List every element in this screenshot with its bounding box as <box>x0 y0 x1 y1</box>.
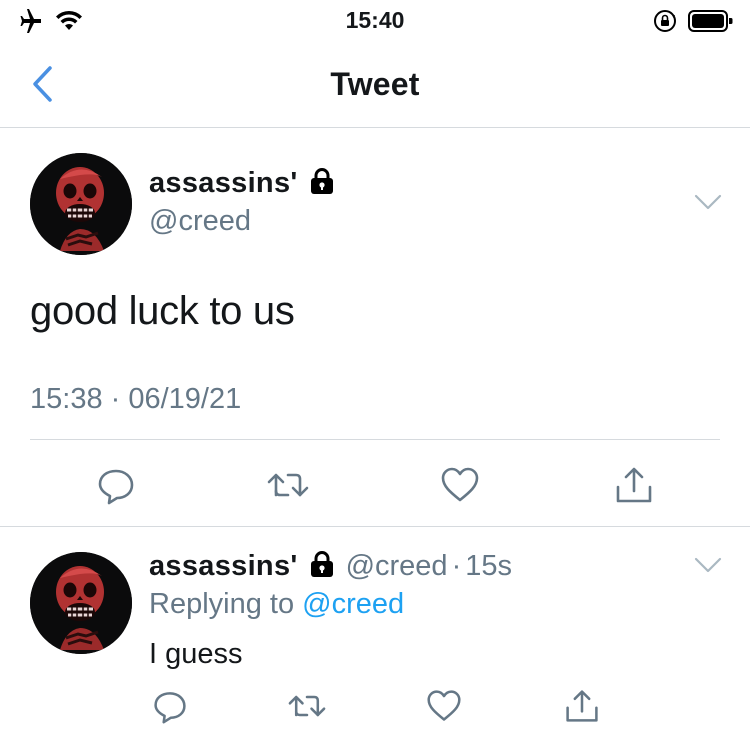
share-button[interactable] <box>560 684 604 728</box>
page-title: Tweet <box>330 66 420 102</box>
more-options-button[interactable] <box>694 556 722 574</box>
author-name-row: assassins' <box>149 167 336 200</box>
lock-icon <box>308 167 336 200</box>
main-tweet: assassins' @creed good luck to us 15:38 … <box>0 129 750 527</box>
tweet-timestamp: 15:38 · 06/19/21 <box>30 383 242 415</box>
retweet-button[interactable] <box>266 463 310 507</box>
author-handle[interactable]: @creed <box>149 205 251 238</box>
status-bar: 15:40 <box>0 0 750 42</box>
reply-button[interactable] <box>148 684 192 728</box>
like-button[interactable] <box>422 684 466 728</box>
avatar[interactable] <box>30 552 132 654</box>
battery-icon <box>688 9 734 38</box>
tweet-text: I guess <box>149 638 243 670</box>
display-name[interactable]: assassins' <box>149 550 298 583</box>
reply-icon <box>154 692 186 724</box>
replying-prefix: Replying to <box>149 588 295 620</box>
author-name-row: assassins' @creed · 15s <box>149 550 512 583</box>
chevron-down-icon <box>694 194 722 210</box>
tweet-age: 15s <box>465 550 512 582</box>
orientation-lock-icon <box>652 8 678 39</box>
chevron-down-icon <box>694 557 722 573</box>
replying-to: Replying to @creed <box>149 588 404 621</box>
retweet-icon <box>288 695 326 717</box>
reply-tweet[interactable]: assassins' @creed · 15s Replying to @creed… <box>0 528 750 739</box>
divider <box>30 439 720 440</box>
nav-bar: Tweet <box>0 42 750 128</box>
share-button[interactable] <box>612 463 656 507</box>
heart-icon <box>427 690 461 721</box>
replying-mention-link[interactable]: @creed <box>302 588 404 620</box>
like-button[interactable] <box>438 463 482 507</box>
status-right <box>652 8 734 39</box>
reply-button[interactable] <box>94 463 138 507</box>
share-icon <box>566 690 598 722</box>
avatar[interactable] <box>30 153 132 255</box>
meta-separator: · <box>451 550 462 582</box>
reply-icon <box>98 469 134 505</box>
status-time: 15:40 <box>345 7 405 33</box>
display-name[interactable]: assassins' <box>149 167 298 200</box>
heart-icon <box>441 467 479 502</box>
lock-icon <box>308 550 336 583</box>
retweet-button[interactable] <box>285 684 329 728</box>
retweet-icon <box>267 473 309 497</box>
more-options-button[interactable] <box>694 193 722 211</box>
author-handle[interactable]: @creed <box>346 550 448 583</box>
share-icon <box>616 467 652 503</box>
tweet-text: good luck to us <box>30 289 295 333</box>
